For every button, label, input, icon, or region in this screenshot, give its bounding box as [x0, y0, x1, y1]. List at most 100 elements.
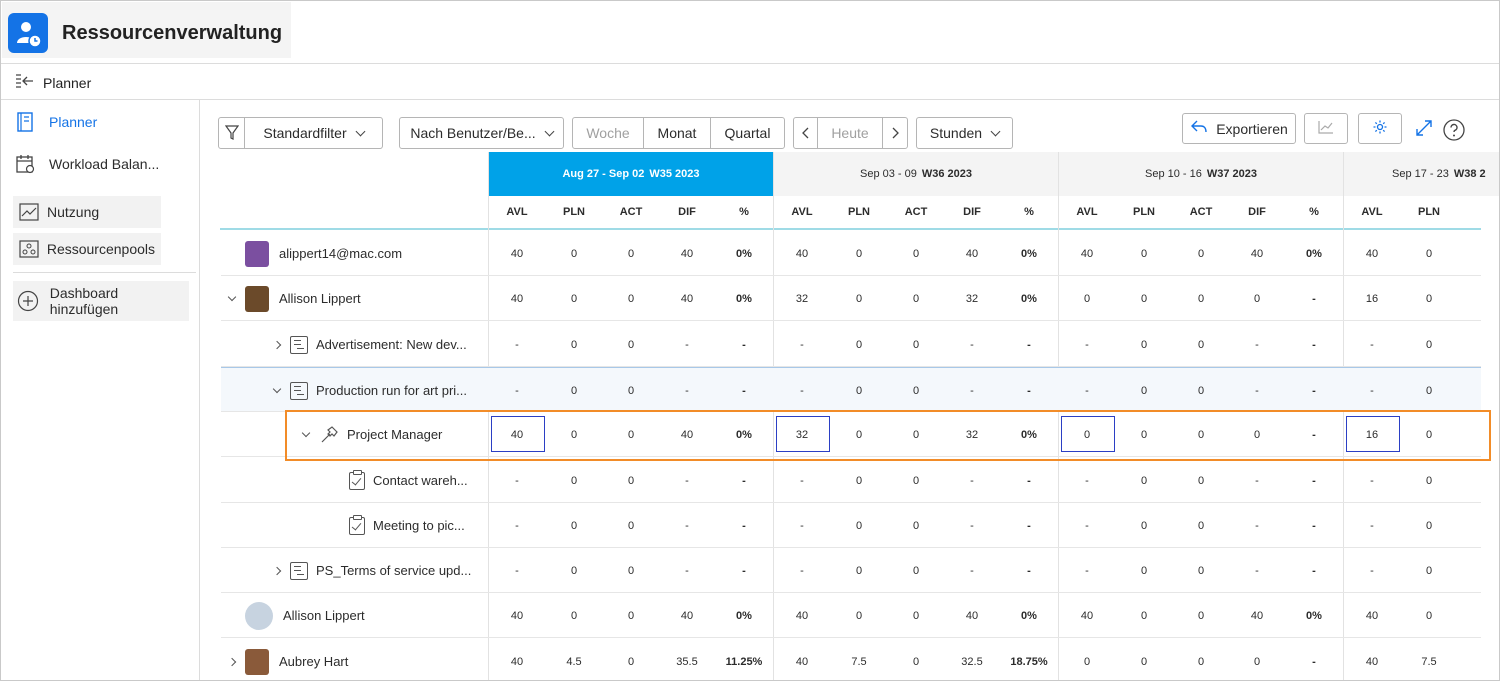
- chevron-down-icon[interactable]: [272, 384, 282, 393]
- groupby-dropdown[interactable]: Nach Benutzer/Be...: [399, 117, 564, 149]
- grid-cell[interactable]: -: [774, 322, 830, 367]
- grid-cell[interactable]: -: [1344, 368, 1400, 413]
- grid-cell: -: [685, 564, 689, 577]
- filter-icon[interactable]: [219, 118, 245, 148]
- sidebar-item-planner[interactable]: Planner: [13, 110, 97, 134]
- grid-cell[interactable]: -: [774, 548, 830, 593]
- grid-cell: 32.5: [961, 655, 983, 668]
- grid-cell: 40: [965, 247, 979, 260]
- grid-cell: -: [1312, 655, 1316, 668]
- grid-cell[interactable]: -: [1344, 503, 1400, 548]
- grid-cell[interactable]: -: [1059, 458, 1115, 503]
- week-header: Sep 10 - 16 W37 2023: [1058, 152, 1343, 196]
- grid-cell: 7.5: [851, 655, 867, 668]
- add-dashboard-button[interactable]: Dashboard hinzufügen: [13, 281, 189, 321]
- export-button[interactable]: Exportieren: [1182, 113, 1296, 144]
- grid-cell[interactable]: 32: [774, 276, 830, 321]
- grid-cell[interactable]: -: [1059, 368, 1115, 413]
- grid-cell[interactable]: 40: [489, 276, 545, 321]
- today-button[interactable]: Heute: [818, 118, 883, 148]
- grid-cell[interactable]: -: [774, 368, 830, 413]
- table-row[interactable]: Allison Lippert 40 0 0 40 0% 40 0 0 40 0% 40 0 0 40 0% 4…: [221, 593, 1481, 638]
- expand-icon[interactable]: [1415, 119, 1433, 142]
- grid-cell[interactable]: -: [1344, 458, 1400, 503]
- previous-period-button[interactable]: [794, 118, 818, 148]
- planner-bar[interactable]: Planner: [15, 73, 91, 93]
- table-row[interactable]: Aubrey Hart 40 4.5 0 35.5 11.25% 40 7.5 0 32.5 18.…: [221, 639, 1481, 680]
- help-icon[interactable]: [1442, 118, 1466, 147]
- grid-cell[interactable]: -: [1059, 322, 1115, 367]
- grid-cell[interactable]: 40: [489, 231, 545, 276]
- grid-cell: 0: [570, 428, 578, 441]
- grid-cell[interactable]: -: [489, 503, 545, 548]
- grid-cell[interactable]: 0: [1059, 639, 1115, 680]
- grid-cell: 0: [1140, 428, 1148, 441]
- grid-cell[interactable]: -: [774, 503, 830, 548]
- week-range: Aug 27 - Sep 02: [562, 168, 645, 180]
- grid-cell: 0%: [1021, 428, 1037, 441]
- grid-cell[interactable]: 40: [489, 639, 545, 680]
- grid-cell[interactable]: 40: [774, 639, 830, 680]
- table-row[interactable]: Production run for art pri... - 0 0 - - - 0 0 - - -…: [221, 367, 1481, 412]
- table-row[interactable]: Allison Lippert 40 0 0 40 0% 32 0 0 32 0% 0 0 0 0 - 16 0: [221, 276, 1481, 321]
- chart-view-button[interactable]: [1304, 113, 1348, 144]
- grid-cell: 0%: [736, 609, 752, 622]
- grid-cell[interactable]: -: [1059, 503, 1115, 548]
- table-row[interactable]: alippert14@mac.com 40 0 0 40 0% 40 0 0 40 0% 40 0 0 40…: [221, 231, 1481, 276]
- grid-cell[interactable]: -: [1059, 548, 1115, 593]
- grid-cell[interactable]: -: [1344, 548, 1400, 593]
- chevron-right-icon[interactable]: [272, 566, 282, 575]
- table-row[interactable]: Meeting to pic... - 0 0 - - - 0 0 - - - 0 0 - - - 0: [221, 503, 1481, 548]
- grid-cell[interactable]: -: [489, 548, 545, 593]
- table-row[interactable]: Project Manager 40 0 0 40 0% 32 0 0 32 0% 0 0 0 0 - 16 0: [221, 412, 1481, 457]
- grid-cell: 0: [912, 655, 920, 668]
- grid-cell[interactable]: -: [489, 458, 545, 503]
- grid-cell[interactable]: 40: [1059, 231, 1115, 276]
- grid-cell[interactable]: 40: [1344, 639, 1400, 680]
- next-period-button[interactable]: [883, 118, 907, 148]
- grid-cell[interactable]: 0: [1059, 412, 1115, 457]
- collapse-panel-icon[interactable]: [15, 73, 35, 94]
- filter-dropdown[interactable]: Standardfilter: [218, 117, 383, 149]
- grid-cell[interactable]: -: [489, 322, 545, 367]
- row-label-text: Allison Lippert: [283, 608, 365, 623]
- settings-button[interactable]: [1358, 113, 1402, 144]
- grid-cell[interactable]: -: [489, 368, 545, 413]
- grid-cell[interactable]: 40: [1059, 593, 1115, 638]
- grid-cell[interactable]: 32: [774, 412, 830, 457]
- chevron-down-icon[interactable]: [227, 292, 237, 301]
- grid-cell: 0: [1425, 519, 1433, 532]
- table-row[interactable]: Advertisement: New dev... - 0 0 - - - 0 0 - - - 0 0 - -…: [221, 322, 1481, 367]
- sidebar-item-ressourcenpools[interactable]: Ressourcenpools: [13, 233, 161, 265]
- row-label-text: Production run for art pri...: [316, 383, 468, 398]
- view-quarter-button[interactable]: Quartal: [711, 118, 784, 148]
- grid-cell: 0: [1197, 338, 1205, 351]
- grid-cell[interactable]: 40: [489, 593, 545, 638]
- column-header: PLN: [563, 206, 585, 218]
- table-row[interactable]: Contact wareh... - 0 0 - - - 0 0 - - - 0 0 - - - 0: [221, 458, 1481, 503]
- grid-cell: 0: [570, 338, 578, 351]
- grid-cell: 4.5: [566, 655, 582, 668]
- grid-cell[interactable]: 0: [1059, 276, 1115, 321]
- grid-cell[interactable]: -: [774, 458, 830, 503]
- grid-cell[interactable]: 40: [774, 593, 830, 638]
- grid-cell[interactable]: 40: [1344, 231, 1400, 276]
- grid-cell[interactable]: 40: [489, 412, 545, 457]
- chevron-right-icon[interactable]: [227, 657, 237, 666]
- grid-cell: 0: [627, 564, 635, 577]
- grid-cell[interactable]: 40: [1344, 593, 1400, 638]
- table-row[interactable]: PS_Terms of service upd... - 0 0 - - - 0 0 - - - 0 0 -…: [221, 548, 1481, 593]
- sidebar-item-workload-balancer[interactable]: Workload Balan...: [13, 152, 159, 176]
- grid-cell[interactable]: 16: [1344, 276, 1400, 321]
- sidebar-item-nutzung[interactable]: Nutzung: [13, 196, 161, 228]
- grid-cell: 0: [855, 428, 863, 441]
- view-month-button[interactable]: Monat: [644, 118, 711, 148]
- grid-cell[interactable]: 40: [774, 231, 830, 276]
- grid-cell[interactable]: -: [1344, 322, 1400, 367]
- chevron-right-icon[interactable]: [272, 340, 282, 349]
- view-week-button[interactable]: Woche: [573, 118, 644, 148]
- week-label: W36 2023: [921, 168, 973, 180]
- unit-dropdown[interactable]: Stunden: [916, 117, 1013, 149]
- grid-cell[interactable]: 16: [1344, 412, 1400, 457]
- chevron-down-icon[interactable]: [301, 428, 311, 437]
